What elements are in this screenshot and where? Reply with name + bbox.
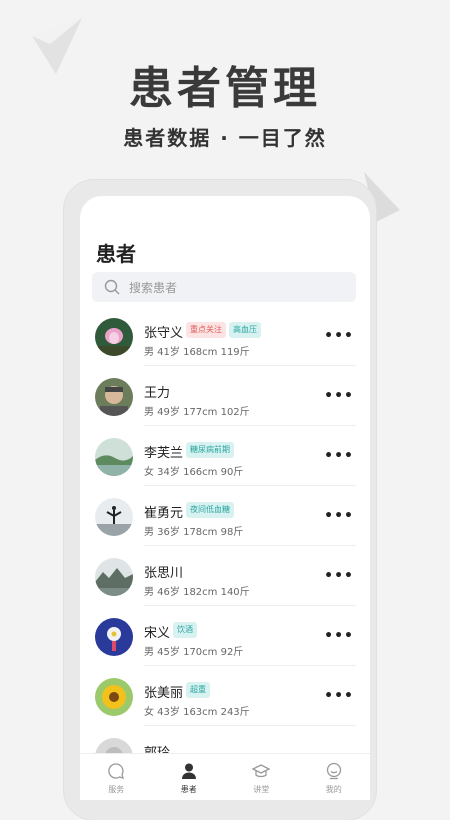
patient-name: 王力 (144, 386, 171, 401)
status-badge: 糖尿病前期 (186, 442, 234, 458)
page-title: 患者 (96, 242, 136, 266)
avatar (95, 558, 133, 596)
patient-row[interactable]: 张思川 男 46岁 182cm 140斤 ••• (80, 546, 370, 606)
patient-info: 男 45岁 170cm 92斤 (144, 647, 244, 658)
tag-group: 糖尿病前期 (186, 442, 234, 458)
patient-info: 男 46岁 182cm 140斤 (144, 587, 250, 598)
graduation-cap-icon (252, 764, 271, 778)
patient-name: 李芙兰 (144, 446, 184, 461)
patient-row[interactable]: 崔勇元 夜间低血糖 男 36岁 178cm 98斤 ••• (80, 486, 370, 546)
more-options-icon[interactable]: ••• (324, 568, 354, 584)
status-badge: 重点关注 (186, 322, 226, 338)
patient-row[interactable]: 李芙兰 糖尿病前期 女 34岁 166cm 90斤 ••• (80, 426, 370, 486)
patient-info: 男 36岁 178cm 98斤 (144, 527, 244, 538)
patient-name: 宋义 (144, 626, 171, 641)
more-options-icon[interactable]: ••• (324, 628, 354, 644)
patient-name: 张守义 (144, 326, 184, 341)
patient-name: 崔勇元 (144, 506, 184, 521)
hero-subtitle: 患者数据 · 一目了然 (123, 126, 327, 150)
patient-info: 男 49岁 177cm 102斤 (144, 407, 250, 418)
tab-lecture[interactable]: 讲堂 (225, 754, 298, 800)
tag-group: 夜间低血糖 (186, 502, 234, 518)
search-input[interactable]: 搜索患者 (92, 272, 356, 302)
avatar (95, 678, 133, 716)
tab-label: 我的 (325, 785, 342, 794)
more-options-icon[interactable]: ••• (324, 508, 354, 524)
tag-group: 饮酒 (173, 622, 197, 638)
patient-row[interactable]: 王力 男 49岁 177cm 102斤 ••• (80, 366, 370, 426)
patient-info: 女 43岁 163cm 243斤 (144, 707, 250, 718)
hero-title: 患者管理 (129, 63, 321, 114)
tab-service[interactable]: 服务 (80, 754, 153, 800)
tab-label: 讲堂 (253, 785, 270, 794)
tag-group: 超重 (186, 682, 210, 698)
status-badge: 超重 (186, 682, 210, 698)
person-icon (181, 763, 196, 779)
search-placeholder: 搜索患者 (129, 281, 178, 295)
status-badge: 饮酒 (173, 622, 197, 638)
more-options-icon[interactable]: ••• (324, 328, 354, 344)
patient-name: 张思川 (144, 566, 184, 581)
smiley-icon (326, 762, 341, 780)
chat-bubble-icon (108, 763, 125, 779)
avatar (95, 378, 133, 416)
status-badge: 高血压 (229, 322, 261, 338)
avatar (95, 498, 133, 536)
patient-info: 女 34岁 166cm 90斤 (144, 467, 244, 478)
bottom-tab-bar: 服务 患者 讲堂 我的 (80, 753, 370, 800)
more-options-icon[interactable]: ••• (324, 688, 354, 704)
tab-label: 患者 (180, 785, 197, 794)
patient-name: 张美丽 (144, 686, 184, 701)
patient-info: 男 41岁 168cm 119斤 (144, 347, 250, 358)
avatar (95, 438, 133, 476)
app-screen: 患者 搜索患者 张守义 重点关注 高血压 男 41岁 168cm 119斤 ••… (80, 196, 370, 800)
status-badge: 夜间低血糖 (186, 502, 234, 518)
avatar (95, 318, 133, 356)
tag-group: 重点关注 高血压 (186, 322, 261, 338)
avatar (95, 618, 133, 656)
patient-row[interactable]: 宋义 饮酒 男 45岁 170cm 92斤 ••• (80, 606, 370, 666)
patient-row[interactable]: 张守义 重点关注 高血压 男 41岁 168cm 119斤 ••• (80, 306, 370, 366)
tab-label: 服务 (108, 785, 125, 794)
more-options-icon[interactable]: ••• (324, 448, 354, 464)
tab-patients[interactable]: 患者 (153, 754, 226, 800)
tab-mine[interactable]: 我的 (298, 754, 371, 800)
search-icon (104, 279, 120, 295)
patient-row[interactable]: 张美丽 超重 女 43岁 163cm 243斤 ••• (80, 666, 370, 726)
more-options-icon[interactable]: ••• (324, 388, 354, 404)
